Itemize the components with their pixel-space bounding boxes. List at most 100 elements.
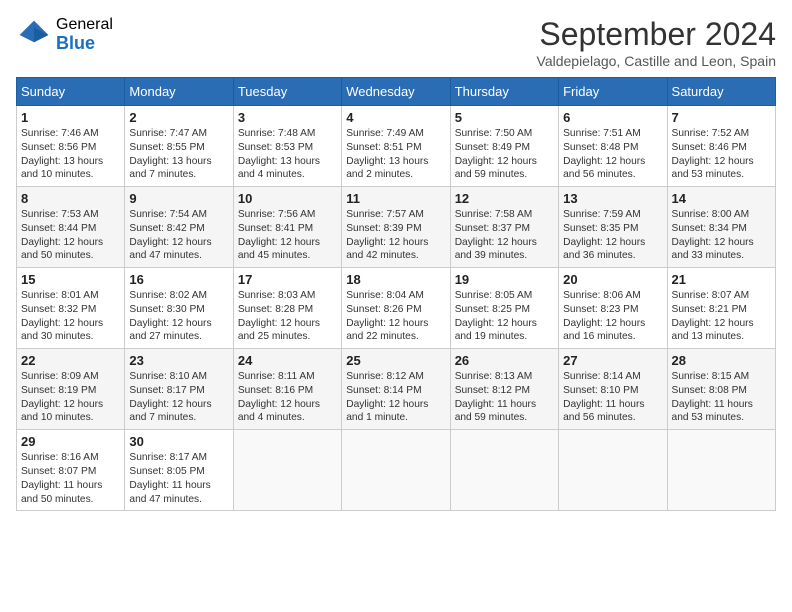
day-info: Sunrise: 8:03 AM Sunset: 8:28 PM Dayligh… [238,289,337,344]
day-number: 5 [455,110,554,125]
day-number: 17 [238,272,337,287]
day-number: 14 [672,191,771,206]
weekday-header-monday: Monday [125,78,233,106]
calendar-cell: 26 Sunrise: 8:13 AM Sunset: 8:12 PM Dayli… [450,349,558,430]
day-info: Sunrise: 8:12 AM Sunset: 8:14 PM Dayligh… [346,370,445,425]
weekday-header-saturday: Saturday [667,78,775,106]
logo-text: General Blue [56,16,113,53]
calendar-cell [559,430,667,511]
day-number: 19 [455,272,554,287]
day-info: Sunrise: 8:17 AM Sunset: 8:05 PM Dayligh… [129,451,228,506]
day-info: Sunrise: 8:09 AM Sunset: 8:19 PM Dayligh… [21,370,120,425]
day-info: Sunrise: 7:59 AM Sunset: 8:35 PM Dayligh… [563,208,662,263]
day-number: 10 [238,191,337,206]
calendar-cell: 12Sunrise: 7:58 AM Sunset: 8:37 PM Dayli… [450,187,558,268]
day-number: 4 [346,110,445,125]
week-row-2: 8Sunrise: 7:53 AM Sunset: 8:44 PM Daylig… [17,187,776,268]
day-info: Sunrise: 8:10 AM Sunset: 8:17 PM Dayligh… [129,370,228,425]
day-info: Sunrise: 8:02 AM Sunset: 8:30 PM Dayligh… [129,289,228,344]
logo: General Blue [16,16,113,53]
calendar-cell: 24 Sunrise: 8:11 AM Sunset: 8:16 PM Dayli… [233,349,341,430]
weekday-header-tuesday: Tuesday [233,78,341,106]
day-info: Sunrise: 7:52 AM Sunset: 8:46 PM Dayligh… [672,127,771,182]
weekday-header-sunday: Sunday [17,78,125,106]
day-info: Sunrise: 7:56 AM Sunset: 8:41 PM Dayligh… [238,208,337,263]
day-number: 22 [21,353,120,368]
day-number: 1 [21,110,120,125]
calendar-cell: 4 Sunrise: 7:49 AM Sunset: 8:51 PM Daylig… [342,106,450,187]
day-info: Sunrise: 8:05 AM Sunset: 8:25 PM Dayligh… [455,289,554,344]
calendar-cell: 30 Sunrise: 8:17 AM Sunset: 8:05 PM Dayli… [125,430,233,511]
calendar-cell: 5 Sunrise: 7:50 AM Sunset: 8:49 PM Daylig… [450,106,558,187]
day-number: 13 [563,191,662,206]
weekday-header-wednesday: Wednesday [342,78,450,106]
calendar-cell: 16 Sunrise: 8:02 AM Sunset: 8:30 PM Dayli… [125,268,233,349]
day-info: Sunrise: 8:00 AM Sunset: 8:34 PM Dayligh… [672,208,771,263]
day-number: 21 [672,272,771,287]
day-info: Sunrise: 7:54 AM Sunset: 8:42 PM Dayligh… [129,208,228,263]
week-row-5: 29 Sunrise: 8:16 AM Sunset: 8:07 PM Dayli… [17,430,776,511]
weekday-header-row: SundayMondayTuesdayWednesdayThursdayFrid… [17,78,776,106]
day-info: Sunrise: 7:48 AM Sunset: 8:53 PM Dayligh… [238,127,337,182]
day-number: 16 [129,272,228,287]
day-number: 20 [563,272,662,287]
calendar-cell: 9Sunrise: 7:54 AM Sunset: 8:42 PM Daylig… [125,187,233,268]
location: Valdepielago, Castille and Leon, Spain [537,53,776,69]
day-info: Sunrise: 7:51 AM Sunset: 8:48 PM Dayligh… [563,127,662,182]
day-info: Sunrise: 7:46 AM Sunset: 8:56 PM Dayligh… [21,127,120,182]
week-row-3: 15 Sunrise: 8:01 AM Sunset: 8:32 PM Dayli… [17,268,776,349]
day-number: 2 [129,110,228,125]
weekday-header-thursday: Thursday [450,78,558,106]
day-number: 7 [672,110,771,125]
calendar-cell: 27 Sunrise: 8:14 AM Sunset: 8:10 PM Dayli… [559,349,667,430]
calendar-cell: 23Sunrise: 8:10 AM Sunset: 8:17 PM Dayli… [125,349,233,430]
day-number: 25 [346,353,445,368]
day-info: Sunrise: 8:11 AM Sunset: 8:16 PM Dayligh… [238,370,337,425]
calendar-cell: 21 Sunrise: 8:07 AM Sunset: 8:21 PM Dayli… [667,268,775,349]
day-number: 28 [672,353,771,368]
day-number: 15 [21,272,120,287]
calendar-cell: 1 Sunrise: 7:46 AM Sunset: 8:56 PM Daylig… [17,106,125,187]
day-number: 6 [563,110,662,125]
calendar-cell: 17 Sunrise: 8:03 AM Sunset: 8:28 PM Dayli… [233,268,341,349]
calendar-cell: 11 Sunrise: 7:57 AM Sunset: 8:39 PM Dayli… [342,187,450,268]
day-number: 27 [563,353,662,368]
day-info: Sunrise: 8:14 AM Sunset: 8:10 PM Dayligh… [563,370,662,425]
day-number: 30 [129,434,228,449]
calendar-cell: 3 Sunrise: 7:48 AM Sunset: 8:53 PM Daylig… [233,106,341,187]
day-info: Sunrise: 7:57 AM Sunset: 8:39 PM Dayligh… [346,208,445,263]
day-number: 11 [346,191,445,206]
logo-general: General [56,16,113,34]
day-number: 8 [21,191,120,206]
calendar-cell: 25 Sunrise: 8:12 AM Sunset: 8:14 PM Dayli… [342,349,450,430]
logo-blue: Blue [56,34,113,54]
day-info: Sunrise: 8:06 AM Sunset: 8:23 PM Dayligh… [563,289,662,344]
calendar-table: SundayMondayTuesdayWednesdayThursdayFrid… [16,77,776,511]
day-info: Sunrise: 8:13 AM Sunset: 8:12 PM Dayligh… [455,370,554,425]
day-info: Sunrise: 7:47 AM Sunset: 8:55 PM Dayligh… [129,127,228,182]
day-number: 24 [238,353,337,368]
calendar-cell: 20 Sunrise: 8:06 AM Sunset: 8:23 PM Dayli… [559,268,667,349]
calendar-cell: 10 Sunrise: 7:56 AM Sunset: 8:41 PM Dayli… [233,187,341,268]
day-info: Sunrise: 8:01 AM Sunset: 8:32 PM Dayligh… [21,289,120,344]
day-number: 29 [21,434,120,449]
day-number: 3 [238,110,337,125]
day-info: Sunrise: 8:16 AM Sunset: 8:07 PM Dayligh… [21,451,120,506]
day-number: 18 [346,272,445,287]
day-info: Sunrise: 8:07 AM Sunset: 8:21 PM Dayligh… [672,289,771,344]
calendar-cell: 22 Sunrise: 8:09 AM Sunset: 8:19 PM Dayli… [17,349,125,430]
calendar-cell [667,430,775,511]
week-row-1: 1 Sunrise: 7:46 AM Sunset: 8:56 PM Daylig… [17,106,776,187]
day-info: Sunrise: 7:49 AM Sunset: 8:51 PM Dayligh… [346,127,445,182]
page-header: General Blue September 2024 Valdepielago… [16,16,776,69]
title-block: September 2024 Valdepielago, Castille an… [537,16,776,69]
logo-icon [16,17,52,53]
day-info: Sunrise: 7:50 AM Sunset: 8:49 PM Dayligh… [455,127,554,182]
calendar-cell: 18Sunrise: 8:04 AM Sunset: 8:26 PM Dayli… [342,268,450,349]
calendar-cell: 19 Sunrise: 8:05 AM Sunset: 8:25 PM Dayli… [450,268,558,349]
calendar-cell: 14 Sunrise: 8:00 AM Sunset: 8:34 PM Dayli… [667,187,775,268]
calendar-cell [450,430,558,511]
day-number: 26 [455,353,554,368]
calendar-cell: 29 Sunrise: 8:16 AM Sunset: 8:07 PM Dayli… [17,430,125,511]
calendar-cell: 8Sunrise: 7:53 AM Sunset: 8:44 PM Daylig… [17,187,125,268]
